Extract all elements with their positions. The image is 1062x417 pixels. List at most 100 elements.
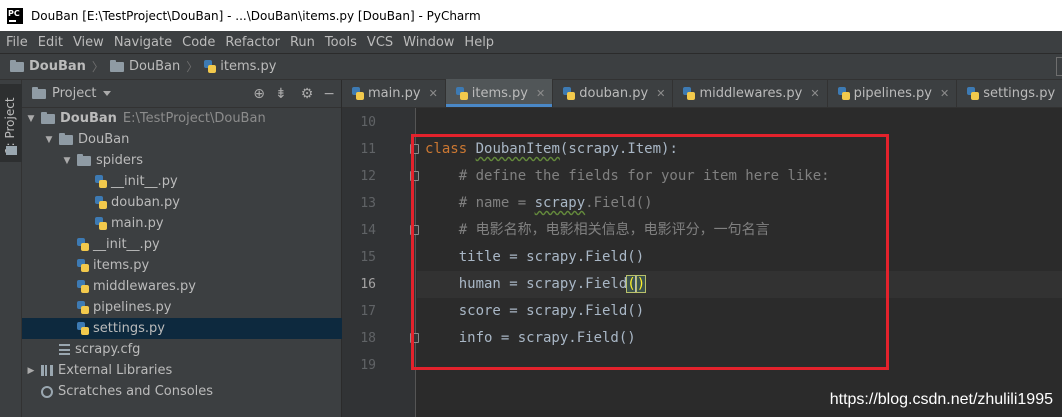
nav-toolbar-button[interactable] <box>1056 57 1062 76</box>
code-line[interactable]: score = scrapy.Field() <box>425 298 644 325</box>
editor-tab-label: pipelines.py <box>853 85 932 101</box>
code-line[interactable]: # 电影名称，电影相关信息，电影评分，一句名言 <box>425 217 770 244</box>
code-line[interactable]: human = scrapy.Field() <box>425 271 647 298</box>
close-icon[interactable]: ✕ <box>810 87 819 100</box>
menu-file[interactable]: File <box>1 35 33 50</box>
breadcrumb-file[interactable]: items.py <box>204 59 277 74</box>
project-panel: Project ⊕ ⇟ ⚙ − ▼ DouBan E:\TestProject\Do… <box>22 80 342 417</box>
tree-item[interactable]: Scratches and Consoles <box>22 381 342 402</box>
python-file-icon <box>967 86 980 100</box>
folder-icon <box>32 86 46 99</box>
editor-tab[interactable]: main.py ✕ <box>342 79 446 107</box>
chevron-down-icon[interactable] <box>103 91 112 96</box>
menu-view[interactable]: View <box>68 35 109 50</box>
menu-tools[interactable]: Tools <box>320 35 362 50</box>
line-number: 11 <box>360 142 376 157</box>
expand-closed-icon[interactable]: ▶ <box>26 366 36 376</box>
tree-item[interactable]: ▼ DouBan <box>22 129 342 150</box>
close-icon[interactable]: ✕ <box>656 87 665 100</box>
tree-item[interactable]: main.py <box>22 213 342 234</box>
tree-item[interactable]: douban.py <box>22 192 342 213</box>
hide-icon[interactable]: − <box>323 86 335 102</box>
menu-vcs[interactable]: VCS <box>362 35 398 50</box>
menu-window[interactable]: Window <box>398 35 459 50</box>
fold-marker-icon[interactable] <box>410 171 419 181</box>
project-view-selector[interactable]: Project <box>52 86 96 101</box>
fold-marker-icon[interactable] <box>410 225 419 235</box>
code-line[interactable]: class DoubanItem(scrapy.Item): <box>425 136 678 163</box>
close-icon[interactable]: ✕ <box>536 87 545 100</box>
python-file-icon <box>77 238 89 251</box>
tree-item[interactable]: middlewares.py <box>22 276 342 297</box>
collapse-icon[interactable]: ⇟ <box>275 86 287 102</box>
breadcrumb-file-label: items.py <box>220 59 277 74</box>
typo-underlined-token: scrapy <box>534 195 586 211</box>
tree-item[interactable]: __init__.py <box>22 234 342 255</box>
tree-item[interactable]: scrapy.cfg <box>22 339 342 360</box>
menu-run[interactable]: Run <box>285 35 320 50</box>
folder-icon <box>41 111 55 124</box>
code-line[interactable]: # name = scrapy.Field() <box>425 190 653 217</box>
expand-open-icon[interactable]: ▼ <box>26 114 36 124</box>
tree-item[interactable]: items.py <box>22 255 342 276</box>
tree-item[interactable]: ▼ spiders <box>22 150 342 171</box>
code-line[interactable]: title = scrapy.Field() <box>425 244 644 271</box>
code-editor[interactable]: 10 11 12 13 14 15 16 17 18 19 class DoubanItem(sc… <box>342 108 1062 417</box>
crosshair-icon[interactable]: ⊕ <box>253 86 265 102</box>
tree-item-label: External Libraries <box>58 363 173 378</box>
python-file-icon <box>95 175 107 188</box>
python-file-icon <box>77 322 89 335</box>
editor-tab[interactable]: middlewares.py ✕ <box>673 79 828 107</box>
expand-open-icon[interactable]: ▼ <box>44 135 54 145</box>
tree-item[interactable]: ▶ External Libraries <box>22 360 342 381</box>
menu-help[interactable]: Help <box>459 35 499 50</box>
config-file-icon <box>59 344 70 355</box>
breadcrumb-root-label: DouBan <box>29 59 86 74</box>
tree-item-label: DouBan <box>78 132 130 147</box>
code-line[interactable]: info = scrapy.Field() <box>425 325 636 352</box>
gear-icon[interactable]: ⚙ <box>301 86 314 102</box>
folder-icon <box>109 59 124 72</box>
editor-tab[interactable]: items.py ✕ <box>445 79 554 107</box>
editor-tab[interactable]: pipelines.py ✕ <box>828 79 958 107</box>
tree-item-path: E:\TestProject\DouBan <box>122 111 266 126</box>
breadcrumb-root[interactable]: DouBan <box>10 59 86 74</box>
tree-item-label: scrapy.cfg <box>75 342 141 357</box>
tree-item[interactable]: pipelines.py <box>22 297 342 318</box>
close-icon[interactable]: ✕ <box>940 87 949 100</box>
line-number: 19 <box>360 358 376 373</box>
menu-refactor[interactable]: Refactor <box>220 35 285 50</box>
library-icon <box>41 365 53 376</box>
window-title-bar: PC DouBan [E:\TestProject\DouBan] - ...\… <box>0 0 1062 31</box>
breadcrumb-folder-label: DouBan <box>128 59 181 74</box>
folder-icon <box>77 153 91 166</box>
fold-marker-icon[interactable] <box>410 333 419 343</box>
close-icon[interactable]: ✕ <box>429 87 438 100</box>
editor-tab-label: settings.py <box>983 85 1056 101</box>
code-line[interactable]: # define the fields for your item here l… <box>425 163 830 190</box>
tree-item-label: main.py <box>111 216 164 231</box>
python-file-icon <box>95 217 107 230</box>
editor-tab-label: middlewares.py <box>699 85 803 101</box>
breadcrumb-separator-icon: 〉 <box>91 60 104 74</box>
fold-marker-icon[interactable] <box>410 144 419 154</box>
tree-item[interactable]: __init__.py <box>22 171 342 192</box>
menu-code[interactable]: Code <box>177 35 220 50</box>
tree-item-label: settings.py <box>93 321 165 336</box>
menu-edit[interactable]: Edit <box>33 35 68 50</box>
python-file-icon <box>837 86 850 100</box>
line-number: 17 <box>360 304 376 319</box>
menu-navigate[interactable]: Navigate <box>109 35 177 50</box>
editor-tab[interactable]: douban.py ✕ <box>553 79 674 107</box>
brace-match-highlight: ) <box>635 275 647 293</box>
tree-item[interactable]: settings.py <box>22 318 342 339</box>
breadcrumb-folder[interactable]: DouBan <box>109 59 181 74</box>
tree-item[interactable]: ▼ DouBan E:\TestProject\DouBan <box>22 108 342 129</box>
expand-open-icon[interactable]: ▼ <box>62 156 72 166</box>
tree-item-label: Scratches and Consoles <box>58 384 214 399</box>
python-file-icon <box>95 196 107 209</box>
editor-tab[interactable]: settings.py✕ <box>957 79 1062 107</box>
tree-item-label: __init__.py <box>111 174 178 189</box>
line-number: 12 <box>360 169 376 184</box>
tree-item-label: douban.py <box>111 195 180 210</box>
